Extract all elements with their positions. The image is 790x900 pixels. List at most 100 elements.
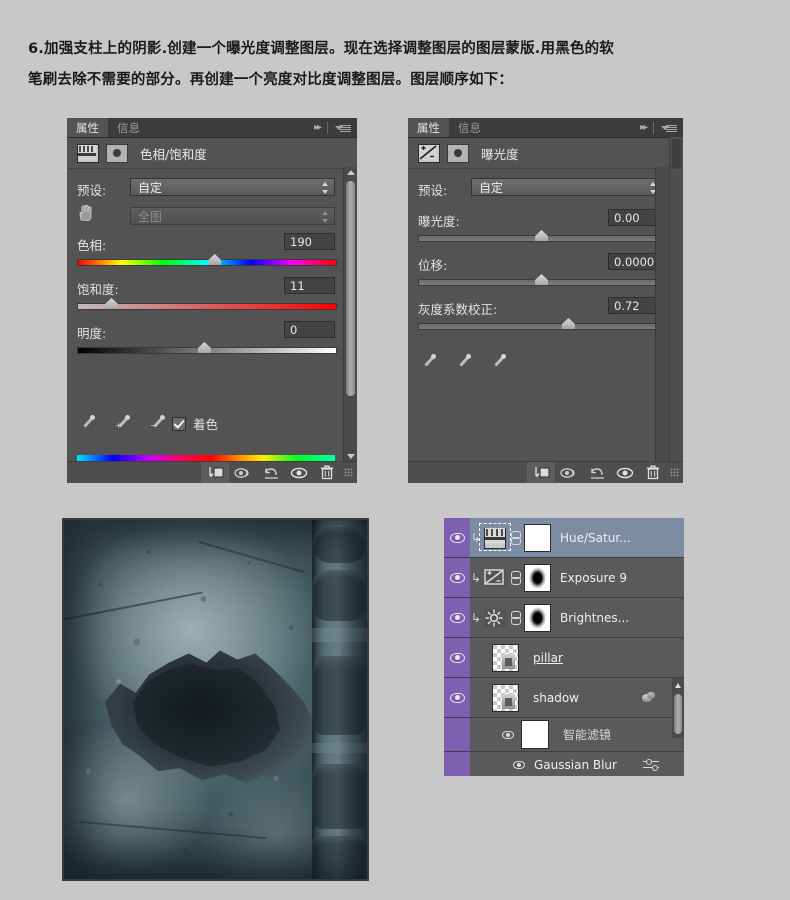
gamma-correction-slider-thumb[interactable] — [562, 318, 575, 329]
hue-label: 色相: — [77, 235, 106, 254]
eyedropper-set-black-icon[interactable] — [421, 354, 437, 370]
hue-slider-thumb[interactable] — [208, 254, 221, 265]
exposure-slider-thumb[interactable] — [535, 230, 548, 241]
filter-name[interactable]: Gaussian Blur — [534, 758, 617, 772]
layer-row-pillar[interactable]: pillar — [444, 638, 684, 678]
preset-select[interactable]: 自定 — [471, 178, 663, 196]
mask-link-icon[interactable] — [509, 531, 521, 545]
channel-select[interactable]: 全图 — [130, 207, 335, 225]
layer-row-shadow[interactable]: shadow — [444, 678, 684, 718]
filter-settings-icon[interactable] — [643, 759, 659, 772]
eyedropper-set-gray-icon[interactable] — [456, 354, 472, 370]
hue-saturation-icon — [77, 144, 99, 163]
offset-slider-thumb[interactable] — [535, 274, 548, 285]
colorize-checkbox[interactable] — [172, 417, 186, 431]
smart-filter-row-gaussian-blur[interactable]: Gaussian Blur — [444, 752, 684, 776]
view-previous-state-icon[interactable] — [555, 462, 583, 483]
lightness-slider-thumb[interactable] — [198, 342, 211, 353]
mask-link-icon[interactable] — [509, 611, 521, 625]
layer-row-brightness-contrast[interactable]: ↳ Brightnes... — [444, 598, 684, 638]
collapse-icon[interactable]: ▸▸ — [640, 122, 646, 133]
layer-visibility-toggle[interactable] — [444, 518, 470, 557]
layer-thumbnail[interactable] — [492, 684, 519, 712]
exposure-icon[interactable] — [484, 569, 506, 587]
clip-to-layer-icon[interactable] — [527, 462, 555, 483]
panel-menu-icon[interactable] — [335, 123, 351, 132]
layer-visibility-toggle[interactable] — [444, 678, 470, 717]
layer-row-exposure[interactable]: ↳ Exposure 9 — [444, 558, 684, 598]
tab-properties[interactable]: 属性 — [408, 118, 449, 137]
layer-name[interactable]: pillar — [533, 651, 563, 665]
preset-select[interactable]: 自定 — [130, 178, 335, 196]
colorize-checkbox-row[interactable]: 着色 — [172, 414, 218, 433]
lightness-slider-track[interactable] — [77, 347, 337, 354]
eye-icon — [502, 731, 514, 739]
panel-menu-icon[interactable] — [661, 123, 677, 132]
eyedropper-add-icon[interactable]: + — [115, 415, 131, 431]
delete-layer-icon[interactable] — [313, 462, 341, 483]
layer-mask-icon — [447, 144, 469, 163]
smart-filter-mask-thumbnail[interactable] — [521, 720, 549, 749]
offset-slider-track[interactable] — [418, 279, 665, 286]
tab-info[interactable]: 信息 — [449, 118, 490, 137]
tab-properties[interactable]: 属性 — [67, 118, 108, 137]
saturation-slider-track[interactable] — [77, 303, 337, 310]
toggle-visibility-icon[interactable] — [285, 462, 313, 483]
tab-info[interactable]: 信息 — [108, 118, 149, 137]
panel-vertical-scrollbar[interactable] — [343, 167, 357, 462]
exposure-icon — [418, 144, 440, 163]
hue-slider-track[interactable] — [77, 259, 337, 266]
smart-filter-visibility-toggle[interactable] — [470, 731, 514, 739]
layer-mask-thumbnail[interactable] — [524, 524, 551, 552]
panel-resize-grip[interactable] — [670, 468, 679, 477]
delete-layer-icon[interactable] — [639, 462, 667, 483]
eyedropper-row — [421, 354, 507, 370]
clip-to-layer-icon[interactable] — [201, 462, 229, 483]
layer-name[interactable]: Brightnes... — [560, 611, 629, 625]
channel-select-value: 全图 — [138, 210, 162, 224]
toggle-visibility-icon[interactable] — [611, 462, 639, 483]
layer-name[interactable]: shadow — [533, 691, 579, 705]
eye-icon — [450, 693, 465, 703]
panel-resize-grip[interactable] — [344, 468, 353, 477]
lightness-value-field[interactable]: 0 — [284, 321, 335, 338]
layer-name[interactable]: Hue/Satur... — [560, 531, 631, 545]
targeted-adjustment-icon[interactable] — [76, 204, 95, 227]
scrollbar-thumb[interactable] — [674, 694, 682, 734]
layer-name[interactable]: Exposure 9 — [560, 571, 627, 585]
smart-filters-row[interactable]: 智能滤镜 — [444, 718, 684, 752]
panel-dock-strip[interactable] — [669, 137, 683, 483]
exposure-slider-track[interactable] — [418, 235, 665, 242]
scroll-up-arrow-icon[interactable] — [344, 167, 357, 178]
saturation-value-field[interactable]: 11 — [284, 277, 335, 294]
layer-mask-thumbnail[interactable] — [524, 564, 551, 592]
layer-visibility-toggle[interactable] — [444, 638, 470, 677]
layer-visibility-toggle[interactable] — [444, 598, 470, 637]
collapse-icon[interactable]: ▸▸ — [314, 122, 320, 133]
lightness-label: 明度: — [77, 323, 106, 342]
layer-row-hue-saturation[interactable]: ↳ Hue/Satur... — [444, 518, 684, 558]
eyedropper-icon[interactable] — [80, 415, 96, 431]
filter-visibility-toggle[interactable] — [470, 761, 525, 769]
eyedropper-subtract-icon[interactable]: − — [150, 415, 166, 431]
scrollbar-thumb[interactable] — [346, 181, 355, 396]
reset-icon[interactable] — [257, 462, 285, 483]
mask-link-icon[interactable] — [509, 571, 521, 585]
brightness-contrast-icon[interactable] — [484, 609, 506, 627]
layer-mask-thumbnail[interactable] — [524, 604, 551, 632]
panel-footer-bar — [408, 461, 683, 483]
dock-handle[interactable] — [672, 139, 681, 169]
eyedropper-set-white-icon[interactable] — [491, 354, 507, 370]
gamma-correction-slider-track[interactable] — [418, 323, 665, 330]
view-previous-state-icon[interactable] — [229, 462, 257, 483]
scroll-up-arrow-icon[interactable] — [675, 683, 681, 688]
reset-icon[interactable] — [583, 462, 611, 483]
hue-value-field[interactable]: 190 — [284, 233, 335, 250]
saturation-slider-thumb[interactable] — [105, 298, 118, 309]
eye-icon — [450, 653, 465, 663]
layer-visibility-toggle[interactable] — [444, 558, 470, 597]
panel-vertical-scrollbar[interactable] — [655, 167, 670, 462]
layers-vertical-scrollbar[interactable] — [672, 678, 684, 738]
layer-thumbnail[interactable] — [492, 644, 519, 672]
instruction-paragraph: 6.加强支柱上的阴影.创建一个曝光度调整图层。现在选择调整图层的图层蒙版.用黑色… — [28, 34, 758, 96]
